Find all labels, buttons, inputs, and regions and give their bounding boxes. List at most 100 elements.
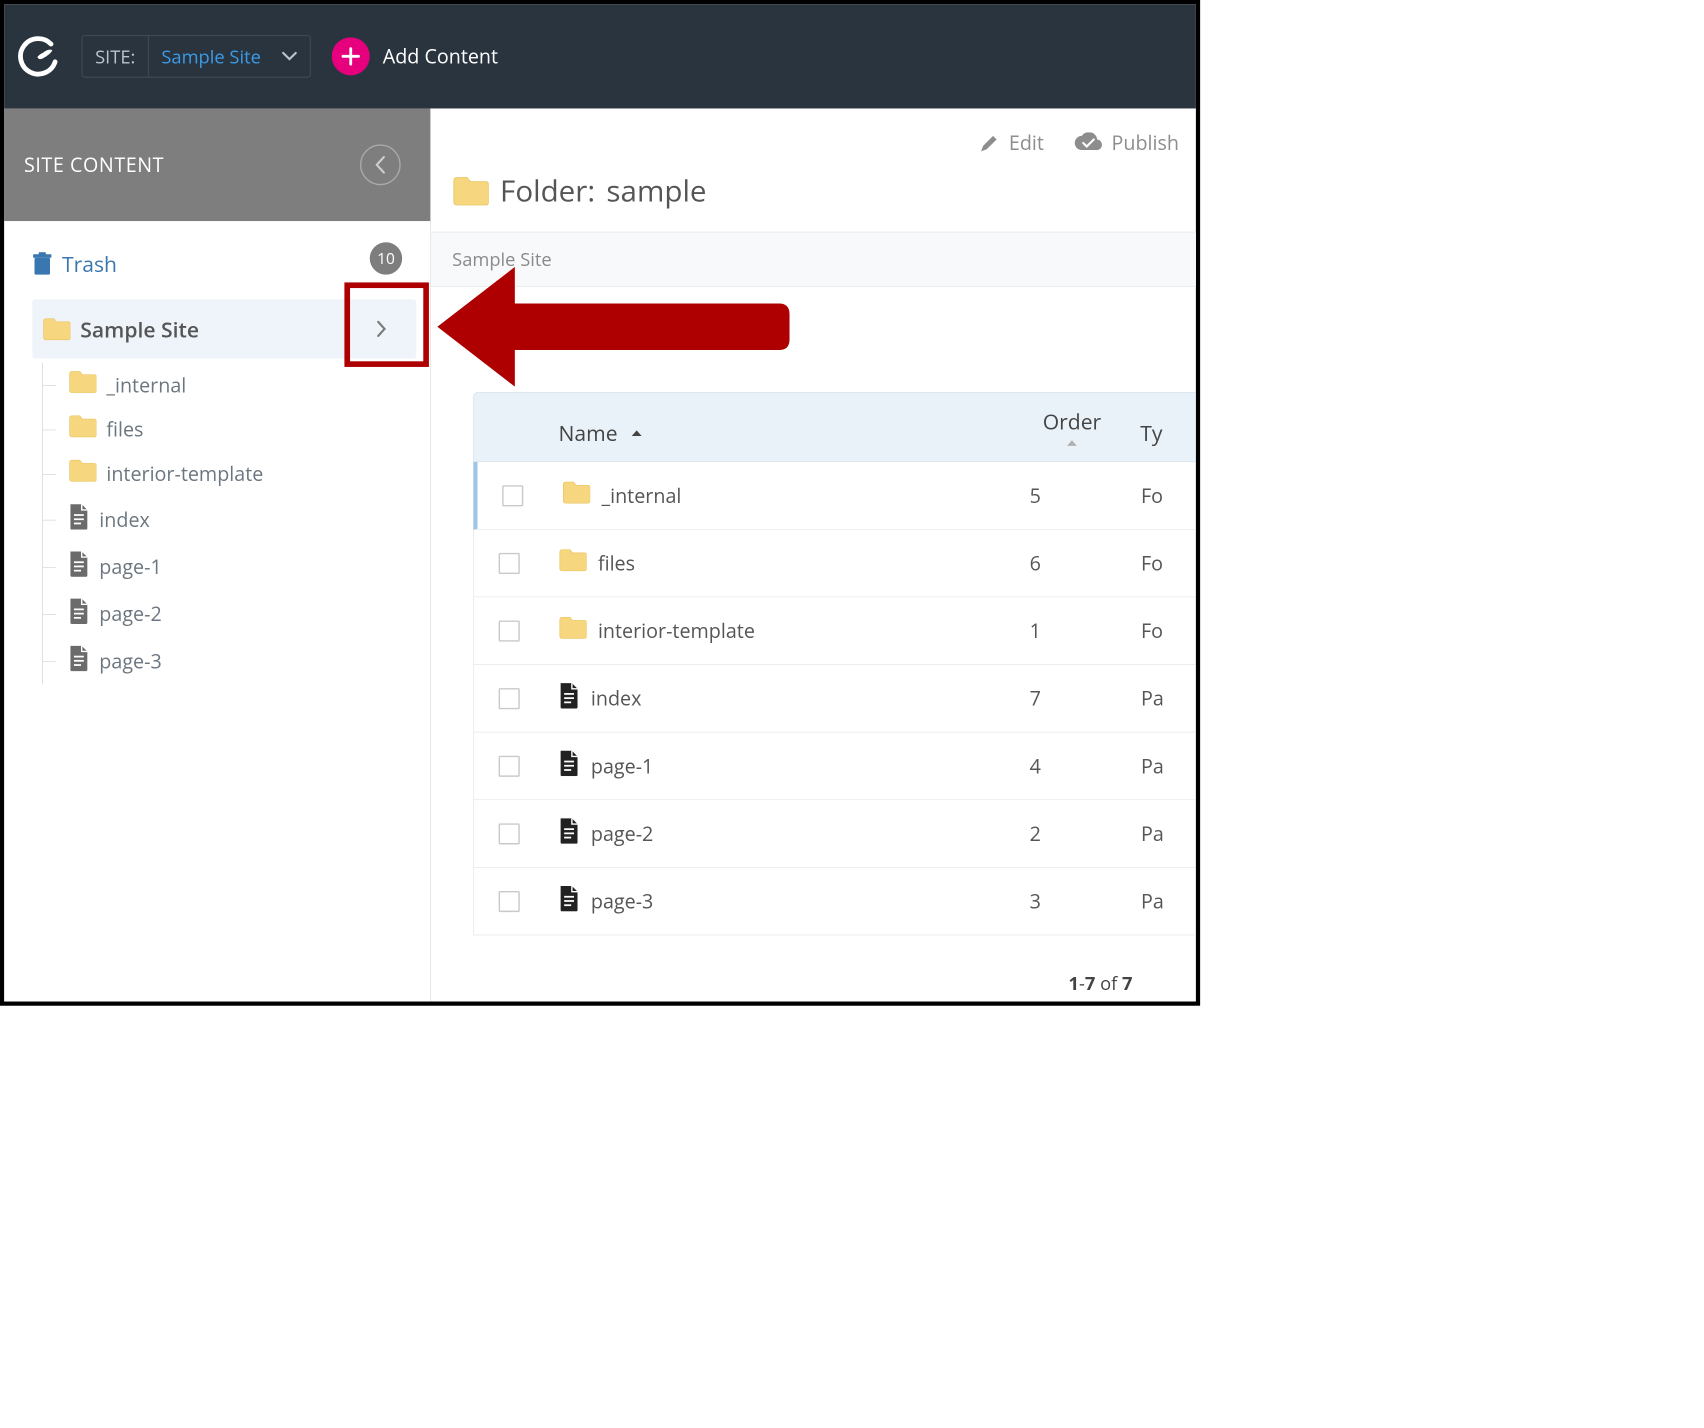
row-checkbox[interactable] bbox=[499, 688, 520, 709]
pagination-of: of bbox=[1100, 971, 1117, 996]
site-selector[interactable]: SITE: Sample Site bbox=[82, 35, 311, 77]
content-table: Name Order Ty _internal5Fofiles6Fointeri… bbox=[431, 287, 1196, 996]
collapse-sidebar-button[interactable] bbox=[360, 144, 401, 185]
tree-item-label: _internal bbox=[106, 372, 186, 399]
row-type-cell: Pa bbox=[1133, 888, 1196, 915]
row-name-label: files bbox=[598, 550, 635, 577]
row-name-cell[interactable]: page-2 bbox=[544, 817, 1012, 850]
tree-item[interactable]: _internal bbox=[58, 363, 416, 407]
edit-button[interactable]: Edit bbox=[979, 130, 1044, 157]
chevron-left-icon bbox=[374, 155, 387, 175]
page-icon bbox=[68, 503, 89, 536]
tree-item[interactable]: interior-template bbox=[58, 451, 416, 495]
folder-icon bbox=[42, 317, 70, 341]
folder-icon bbox=[559, 616, 587, 646]
row-order-cell: 4 bbox=[1013, 753, 1133, 780]
row-name-label: _internal bbox=[601, 482, 681, 509]
site-selector-value-text: Sample Site bbox=[161, 44, 261, 69]
row-name-cell[interactable]: page-1 bbox=[544, 749, 1012, 782]
table-row[interactable]: _internal5Fo bbox=[473, 462, 1196, 530]
column-name-label: Name bbox=[559, 418, 618, 447]
pagination-total: 7 bbox=[1122, 971, 1132, 996]
folder-icon bbox=[559, 548, 587, 578]
row-checkbox[interactable] bbox=[499, 891, 520, 912]
folder-icon bbox=[68, 370, 96, 400]
edit-label: Edit bbox=[1009, 130, 1044, 157]
folder-icon bbox=[562, 480, 590, 510]
page-icon bbox=[68, 550, 89, 583]
column-order-label: Order bbox=[1043, 407, 1102, 436]
table-head: Name Order Ty bbox=[473, 392, 1196, 462]
folder-title-prefix: Folder: bbox=[500, 170, 595, 210]
tree-item-label: index bbox=[99, 506, 150, 533]
page-icon bbox=[559, 749, 580, 782]
page-icon bbox=[68, 644, 89, 677]
pagination-to: 7 bbox=[1085, 971, 1095, 996]
row-type-cell: Pa bbox=[1133, 685, 1196, 712]
tree-item[interactable]: page-2 bbox=[58, 590, 416, 637]
row-name-label: page-1 bbox=[591, 753, 653, 780]
table-row[interactable]: files6Fo bbox=[473, 530, 1196, 598]
chevron-down-icon bbox=[282, 51, 297, 61]
row-name-cell[interactable]: _internal bbox=[548, 480, 1013, 510]
content-actions: Edit Publish bbox=[431, 108, 1196, 156]
tree-item-label: page-3 bbox=[99, 648, 161, 675]
column-type[interactable]: Ty bbox=[1132, 418, 1195, 447]
page-icon bbox=[68, 597, 89, 630]
table-row[interactable]: page-2 2Pa bbox=[473, 800, 1196, 868]
breadcrumb[interactable]: Sample Site bbox=[431, 232, 1196, 287]
sidebar-tree: Trash 10 Sample Site _internalfiles inter… bbox=[4, 221, 430, 1001]
row-name-cell[interactable]: page-3 bbox=[544, 885, 1012, 918]
publish-button[interactable]: Publish bbox=[1073, 130, 1179, 157]
expand-button[interactable] bbox=[357, 308, 406, 350]
cloud-check-icon bbox=[1073, 132, 1103, 153]
page-icon bbox=[559, 682, 580, 715]
site-selector-value[interactable]: Sample Site bbox=[149, 36, 310, 77]
pencil-icon bbox=[979, 132, 1000, 153]
tree-root[interactable]: Sample Site bbox=[32, 299, 416, 358]
tree-item[interactable]: files bbox=[58, 407, 416, 451]
sort-asc-icon bbox=[1066, 439, 1079, 447]
row-checkbox[interactable] bbox=[499, 755, 520, 776]
tree-item[interactable]: page-3 bbox=[58, 637, 416, 684]
row-name-cell[interactable]: index bbox=[544, 682, 1012, 715]
folder-icon bbox=[68, 458, 96, 488]
row-order-cell: 7 bbox=[1013, 685, 1133, 712]
row-checkbox[interactable] bbox=[499, 620, 520, 641]
trash-count-badge: 10 bbox=[370, 242, 402, 274]
table-row[interactable]: index7Pa bbox=[473, 665, 1196, 733]
app-logo-icon bbox=[17, 35, 61, 79]
tree-item[interactable]: page-1 bbox=[58, 543, 416, 590]
add-content-button[interactable]: Add Content bbox=[332, 37, 498, 75]
table-row[interactable]: page-14Pa bbox=[473, 732, 1196, 800]
row-name-cell[interactable]: files bbox=[544, 548, 1012, 578]
site-selector-label: SITE: bbox=[82, 36, 148, 77]
row-order-cell: 5 bbox=[1013, 482, 1133, 509]
tree-item-label: page-1 bbox=[99, 553, 161, 580]
row-checkbox-cell bbox=[474, 553, 544, 574]
row-checkbox-cell bbox=[474, 688, 544, 709]
trash-label: Trash bbox=[62, 249, 117, 278]
sidebar-title: SITE CONTENT bbox=[24, 151, 164, 178]
row-name-label: interior-template bbox=[598, 617, 755, 644]
folder-icon bbox=[68, 414, 96, 444]
row-checkbox[interactable] bbox=[502, 485, 523, 506]
row-name-label: page-2 bbox=[591, 820, 653, 847]
tree-item[interactable]: index bbox=[58, 496, 416, 543]
row-name-cell[interactable]: interior-template bbox=[544, 616, 1012, 646]
row-order-cell: 2 bbox=[1013, 820, 1133, 847]
row-order-cell: 6 bbox=[1013, 550, 1133, 577]
row-checkbox[interactable] bbox=[499, 553, 520, 574]
tree-root-label: Sample Site bbox=[80, 314, 347, 343]
row-type-cell: Pa bbox=[1133, 820, 1196, 847]
trash-link[interactable]: Trash 10 bbox=[32, 249, 416, 278]
folder-icon bbox=[452, 175, 489, 206]
column-order[interactable]: Order bbox=[1012, 407, 1132, 447]
tree-item-label: interior-template bbox=[106, 460, 263, 487]
table-row[interactable]: interior-template1Fo bbox=[473, 597, 1196, 665]
column-name[interactable]: Name bbox=[544, 418, 1012, 447]
row-checkbox-cell bbox=[474, 620, 544, 641]
chevron-right-icon bbox=[376, 320, 387, 338]
table-row[interactable]: page-33Pa bbox=[473, 868, 1196, 936]
row-checkbox[interactable] bbox=[499, 823, 520, 844]
